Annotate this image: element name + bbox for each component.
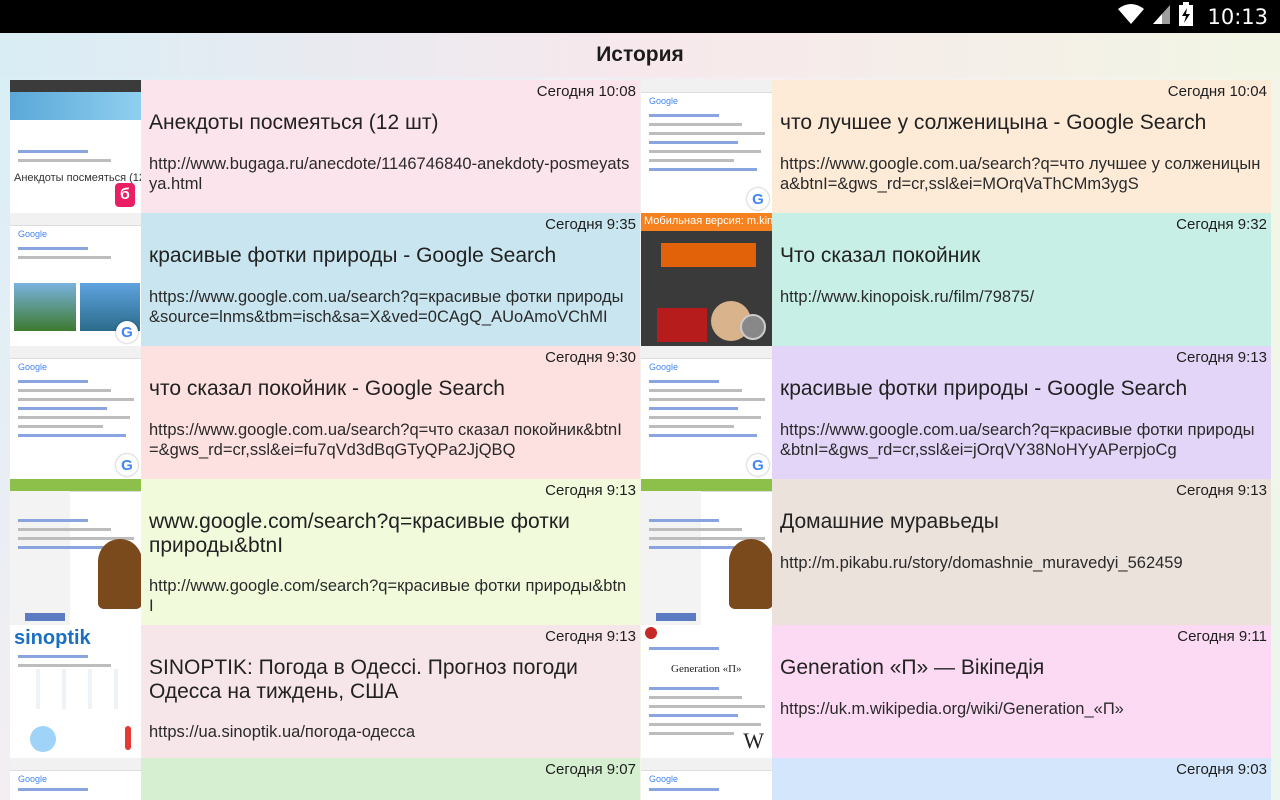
page-title-text: Домашние муравьеды (780, 510, 999, 533)
history-item[interactable]: Сегодня 9:13 Домашние муравьеды http://m.p… (641, 479, 1271, 625)
page-url: https://ua.sinoptik.ua/погода-одесса (149, 723, 416, 741)
title-bar: История (0, 33, 1280, 77)
history-item[interactable]: Сегодня 9:13 www.google.com/search?q=крас… (10, 479, 640, 625)
google-logo: Google (649, 774, 679, 784)
page-thumbnail[interactable] (10, 479, 141, 625)
visit-date: Сегодня 9:13 (545, 628, 636, 645)
wifi-icon (1117, 3, 1145, 30)
page-title-text: www.google.com/search?q=красивые фотки п… (149, 510, 570, 557)
visit-date: Сегодня 10:04 (1167, 83, 1267, 100)
page-thumbnail[interactable]: Google (641, 758, 772, 800)
page-title-text: что сказал покойник - Google Search (149, 377, 505, 400)
wikipedia-logo-icon (645, 627, 657, 639)
visit-date: Сегодня 9:11 (1177, 628, 1267, 645)
page-thumbnail[interactable] (641, 479, 772, 625)
history-item[interactable]: Google Сегодня 9:03 (641, 758, 1271, 800)
history-item[interactable]: Google G Сегодня 9:13 красивые фотки природ… (641, 346, 1271, 479)
visit-date: Сегодня 9:03 (1176, 761, 1267, 778)
history-item[interactable]: Google G Сегодня 9:30 что сказал покойник -… (10, 346, 640, 479)
thermometer-icon (125, 726, 131, 750)
thumb-caption: Generation «П» (671, 663, 742, 675)
page-url: http://m.pikabu.ru/story/domashnie_murav… (780, 554, 1183, 572)
google-logo: Google (649, 96, 679, 106)
page-title-text: красивые фотки природы - Google Search (780, 377, 1188, 400)
history-item[interactable]: Google G Сегодня 9:35 красивые фотки природ… (10, 213, 640, 346)
page-thumbnail[interactable]: Анекдоты посмеяться (12 шб (10, 80, 141, 213)
page-url: https://uk.m.wikipedia.org/wiki/Generati… (780, 700, 1124, 718)
page-thumbnail[interactable]: Generation «П» W (641, 625, 772, 758)
google-logo: Google (18, 362, 48, 372)
visit-date: Сегодня 9:13 (1176, 349, 1267, 366)
visit-date: Сегодня 9:32 (1176, 216, 1267, 233)
page-url: http://www.google.com/search?q=красивые … (149, 577, 627, 615)
page-thumbnail[interactable]: Google G (641, 346, 772, 479)
history-item[interactable]: Мобильная версия: m.kinop Сегодня 9:32 Что… (641, 213, 1271, 346)
visit-date: Сегодня 9:13 (1176, 482, 1267, 499)
status-icons: 10:13 (1117, 0, 1268, 33)
thumb-caption: sinoptik (14, 627, 91, 649)
visit-date: Сегодня 9:07 (545, 761, 636, 778)
status-bar: 10:13 (0, 0, 1280, 33)
signal-icon (1153, 3, 1171, 30)
visit-date: Сегодня 9:13 (545, 482, 636, 499)
google-logo: Google (18, 229, 48, 239)
page-url: https://www.google.com.ua/search?q=что с… (149, 421, 622, 459)
page-title-text: SINOPTIK: Погода в Одессі. Прогноз погод… (149, 656, 578, 703)
page-url: https://www.google.com.ua/search?q=краси… (149, 288, 624, 326)
page-url: https://www.google.com.ua/search?q=что л… (780, 155, 1261, 193)
page-url: https://www.google.com.ua/search?q=краси… (780, 421, 1255, 459)
history-item[interactable]: Google G Сегодня 10:04 что лучшее у солжени… (641, 80, 1271, 213)
visit-date: Сегодня 9:35 (545, 216, 636, 233)
page-thumbnail[interactable]: Мобильная версия: m.kinop (641, 213, 772, 346)
film-reel-icon (740, 314, 766, 340)
thumb-caption: Мобильная версия: m.kinop (644, 215, 772, 227)
visit-date: Сегодня 10:08 (536, 83, 636, 100)
weather-icon (30, 726, 56, 752)
page-title-text: что лучшее у солженицына - Google Search (780, 111, 1207, 134)
google-g-icon: G (116, 321, 138, 343)
page-thumbnail[interactable]: Google (10, 758, 141, 800)
battery-charging-icon (1179, 2, 1194, 31)
history-list: Анекдоты посмеяться (12 шб Сегодня 10:08 А… (10, 80, 1271, 800)
google-g-icon: G (116, 454, 138, 476)
site-logo-icon: б (115, 183, 135, 207)
page-title-text: Generation «П» — Вікіпедія (780, 656, 1045, 679)
page-title-text: красивые фотки природы - Google Search (149, 244, 557, 267)
google-logo: Google (649, 362, 679, 372)
page-thumbnail[interactable]: sinoptik (10, 625, 141, 758)
google-g-icon: G (747, 454, 769, 476)
page-title-text: Анекдоты посмеяться (12 шт) (149, 111, 439, 134)
page-title-text: Что сказал покойник (780, 244, 981, 267)
page-url: http://www.bugaga.ru/anecdote/1146746840… (149, 155, 630, 193)
google-g-icon: G (747, 188, 769, 210)
google-logo: Google (18, 774, 48, 784)
page-title: История (596, 43, 684, 66)
history-item[interactable]: Generation «П» W Сегодня 9:11 Generation «П… (641, 625, 1271, 758)
clock: 10:13 (1207, 4, 1268, 29)
history-item[interactable]: Анекдоты посмеяться (12 шб Сегодня 10:08 А… (10, 80, 640, 213)
page-thumbnail[interactable]: Google G (10, 213, 141, 346)
page-thumbnail[interactable]: Google G (641, 80, 772, 213)
wikipedia-w-icon: W (743, 728, 764, 753)
history-item[interactable]: Google Сегодня 9:07 (10, 758, 640, 800)
history-item[interactable]: sinoptik Сегодня 9:13 SINOPTIK: Погода в О… (10, 625, 640, 758)
page-thumbnail[interactable]: Google G (10, 346, 141, 479)
visit-date: Сегодня 9:30 (545, 349, 636, 366)
page-url: http://www.kinopoisk.ru/film/79875/ (780, 288, 1035, 306)
